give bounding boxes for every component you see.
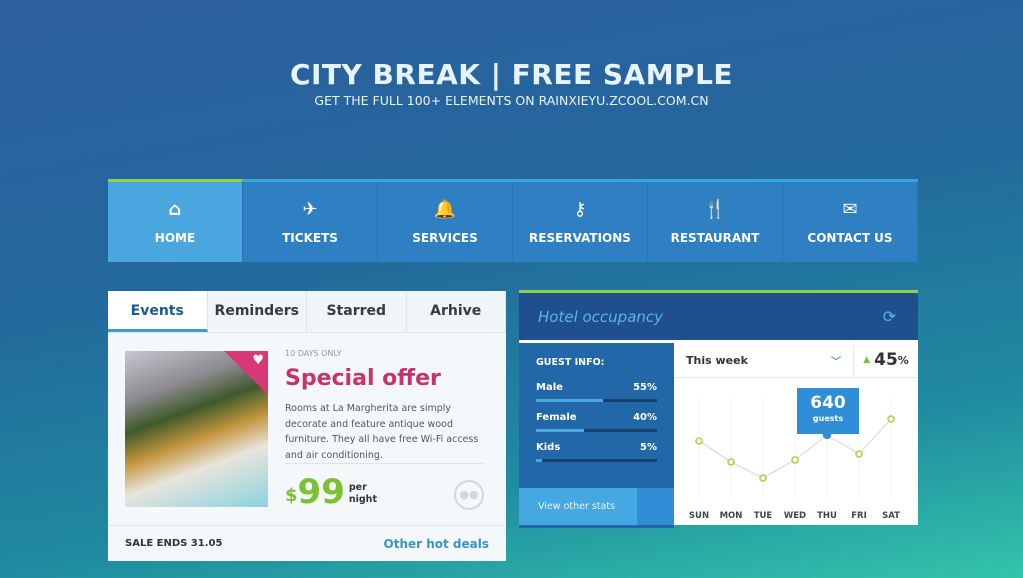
nav-label: TICKETS [282, 231, 338, 245]
guest-label: Kids [536, 442, 561, 453]
data-point-fri[interactable] [855, 450, 863, 458]
data-point-sat[interactable] [887, 415, 895, 423]
chevron-down-icon: ﹀ [831, 356, 841, 368]
tab-starred[interactable]: Starred [307, 291, 407, 332]
night-label: night [348, 494, 377, 505]
offer-title: Special offer [285, 366, 441, 391]
favorite-ribbon[interactable]: ♥ [224, 351, 268, 395]
heart-icon[interactable]: ♥ [252, 353, 264, 368]
guest-value: 5% [640, 442, 657, 453]
offer-price: $ 99 per night [285, 474, 377, 510]
occupancy-title: Hotel occupancy [538, 307, 664, 326]
nav-item-restaurant[interactable]: 🍴 RESTAURANT [648, 182, 783, 262]
view-stats-arrow-button[interactable] [637, 488, 674, 525]
key-icon: ⚷ [573, 199, 587, 220]
other-deals-link[interactable]: Other hot deals [384, 537, 490, 551]
nav-item-tickets[interactable]: ✈ TICKETS [243, 182, 378, 262]
price-currency: $ [285, 485, 298, 506]
guest-bar-fill [536, 429, 585, 432]
main-nav: ⌂ HOME ✈ TICKETS 🔔 SERVICES ⚷ RESERVATIONS 🍴 REST… [108, 179, 918, 262]
nav-item-services[interactable]: 🔔 SERVICES [378, 182, 513, 262]
occupancy-header: Hotel occupancy ⟳ [519, 293, 918, 340]
nav-label: CONTACT US [807, 231, 893, 245]
nav-label: RESERVATIONS [529, 231, 631, 245]
data-point-wed[interactable] [791, 456, 799, 464]
per-label: per [348, 482, 367, 493]
change-unit: % [897, 353, 909, 367]
price-value: 99 [297, 472, 345, 512]
offer-tag: 10 DAYS ONLY [285, 349, 342, 358]
x-tick-label: WED [784, 511, 806, 521]
change-indicator: ▲ 45% [854, 343, 918, 378]
sale-ends: SALE ENDS 31.05 [125, 538, 223, 549]
x-tick-label: TUE [754, 511, 773, 521]
x-tick-label: MON [720, 511, 743, 521]
tooltip-value: 640 [810, 393, 846, 413]
tab-reminders[interactable]: Reminders [207, 291, 307, 332]
guest-bar [536, 459, 657, 462]
nav-item-reservations[interactable]: ⚷ RESERVATIONS [513, 182, 648, 262]
page-title: CITY BREAK | FREE SAMPLE [289, 58, 734, 91]
tooltip-unit: guests [812, 414, 844, 423]
view-other-stats-button[interactable]: View other stats [519, 488, 637, 525]
page-subtitle: GET THE FULL 100+ ELEMENTS ON RAINXIEYU.… [314, 93, 709, 108]
x-tick-label: SAT [882, 511, 900, 521]
guest-row: Female 40% [536, 412, 657, 432]
guest-bar [536, 429, 657, 432]
x-tick-label: FRI [851, 511, 867, 521]
change-value: 45 [874, 350, 898, 370]
page-header: CITY BREAK | FREE SAMPLE GET THE FULL 10… [0, 58, 1023, 108]
home-icon: ⌂ [168, 199, 182, 220]
events-card: Events Reminders Starred Arhive ♥ 10 DAYS O… [108, 291, 506, 561]
nav-label: SERVICES [412, 231, 478, 245]
guest-info-title: GUEST INFO: [536, 357, 605, 368]
guest-bar [536, 399, 657, 402]
offer-photo: ♥ [125, 351, 268, 507]
offer-description: Rooms at La Margherita are simply decora… [285, 403, 479, 461]
x-tick-label: SUN [689, 511, 709, 521]
guest-value: 55% [633, 382, 657, 393]
nav-item-contact-us[interactable]: ✉ CONTACT US [783, 182, 918, 262]
triangle-up-icon: ▲ [863, 355, 871, 365]
divider [285, 463, 483, 464]
hotel-occupancy-widget: Hotel occupancy ⟳ GUEST INFO: Male 55% Fem… [519, 290, 918, 528]
nav-label: RESTAURANT [670, 231, 760, 245]
plane-icon: ✈ [302, 199, 318, 220]
tab-events[interactable]: Events [108, 291, 208, 332]
nav-item-home[interactable]: ⌂ HOME [108, 179, 243, 262]
guest-bar-fill [536, 399, 603, 402]
price-unit: per night [349, 482, 377, 506]
tab-arhive[interactable]: Arhive [406, 291, 506, 332]
guest-row: Kids 5% [536, 442, 657, 462]
envelope-icon: ✉ [842, 199, 858, 220]
data-point-tue[interactable] [759, 474, 767, 482]
guest-row: Male 55% [536, 382, 657, 402]
period-value: This week [686, 353, 748, 367]
data-point-mon[interactable] [727, 458, 735, 466]
period-select[interactable]: This week ﹀ [674, 343, 854, 378]
guest-label: Female [536, 412, 577, 423]
fork-knife-icon: 🍴 [703, 199, 727, 220]
data-point-sun[interactable] [695, 437, 703, 445]
chart-tooltip: 640 guests [797, 388, 859, 434]
bell-icon: 🔔 [433, 199, 457, 220]
guests-icon[interactable]: ●● [454, 480, 484, 510]
guest-bar-fill [536, 459, 543, 462]
refresh-icon[interactable]: ⟳ [883, 307, 896, 326]
view-stats: View other stats [519, 488, 674, 525]
guest-value: 40% [633, 412, 657, 423]
x-tick-label: THU [817, 511, 837, 521]
nav-label: HOME [154, 231, 196, 245]
guest-label: Male [536, 382, 563, 393]
occupancy-line-chart: SUN MON TUE WED THU FRI SAT [689, 398, 900, 521]
events-tabs: Events Reminders Starred Arhive [108, 291, 506, 333]
events-footer: SALE ENDS 31.05 Other hot deals [108, 525, 506, 561]
